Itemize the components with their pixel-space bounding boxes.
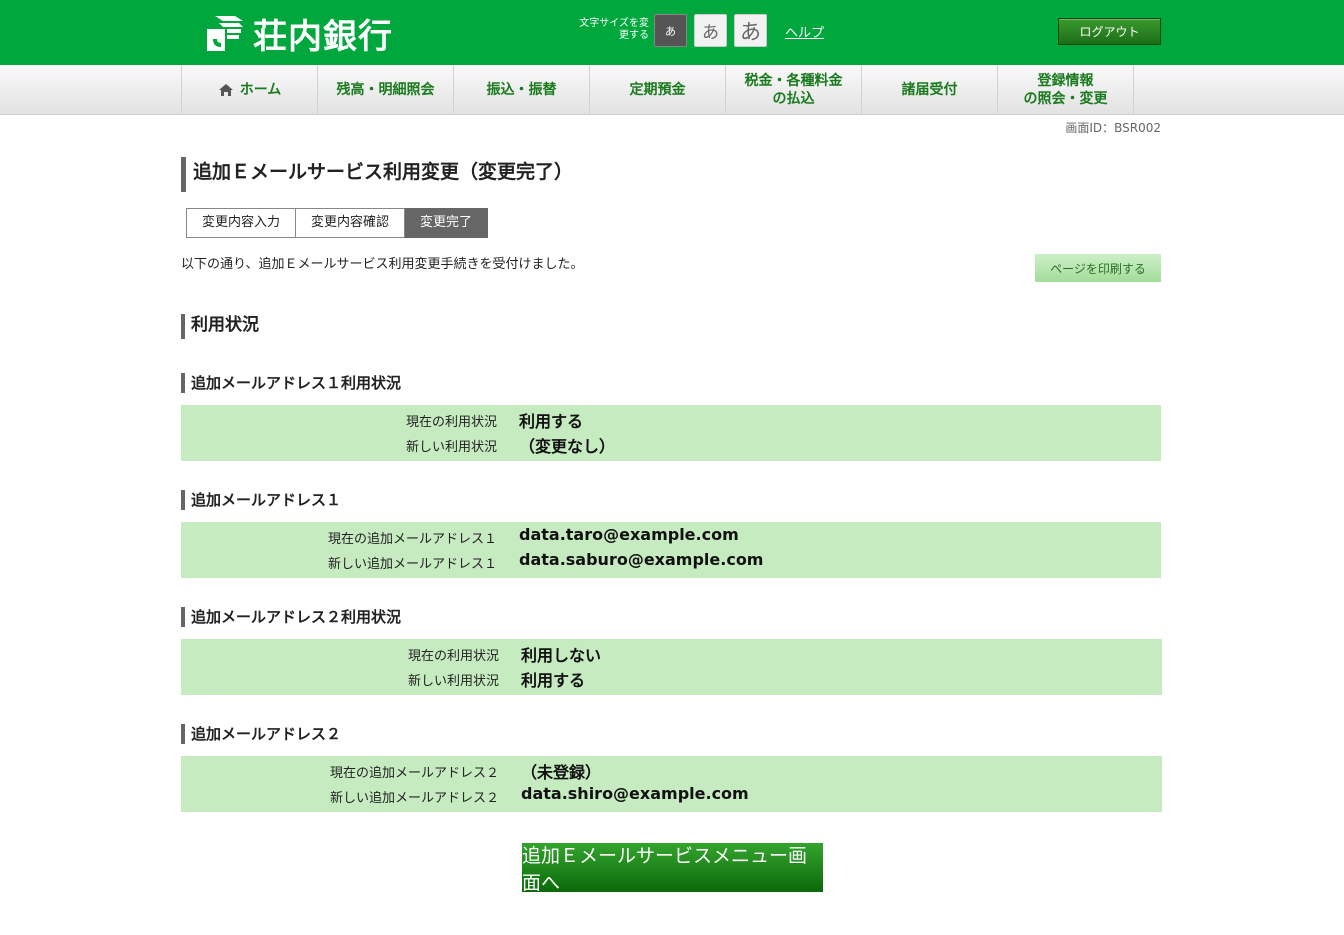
row-value: （未登録） (521, 763, 602, 782)
row-value: 利用する (519, 412, 584, 431)
main-nav: ホーム 残高・明細照会 振込・振替 定期預金 税金・各種料金 の払込 諸届受付 登… (0, 65, 1344, 115)
row-value: data.shiro@example.com (521, 784, 749, 803)
table-row: 現在の利用状況 利用しない (181, 640, 1162, 665)
header-bar: 荘内銀行 文字サイズを変更する あ あ あ ヘルプ ログアウト (0, 0, 1344, 65)
nav-item-applications[interactable]: 諸届受付 (862, 65, 998, 115)
block-title-address2: 追加メールアドレス２ (181, 724, 341, 744)
nav-item-home[interactable]: ホーム (182, 65, 318, 115)
page-title: 追加Ｅメールサービス利用変更（変更完了） (181, 157, 573, 192)
bank-name: 荘内銀行 (253, 16, 393, 57)
table-row: 新しい利用状況 （変更なし） (181, 431, 1161, 456)
help-link[interactable]: ヘルプ (785, 22, 824, 41)
nav-item-tax-payment[interactable]: 税金・各種料金 の払込 (726, 65, 862, 115)
email-service-menu-button[interactable]: 追加Ｅメールサービスメニュー画面へ (522, 843, 823, 894)
table-row: 新しい追加メールアドレス２ data.shiro@example.com (181, 782, 1162, 807)
row-label: 現在の追加メールアドレス２ (329, 766, 499, 781)
screen-id: 画面ID：BSR002 (1065, 121, 1161, 135)
row-label: 新しい追加メールアドレス１ (327, 557, 497, 572)
nav-item-balance[interactable]: 残高・明細照会 (318, 65, 454, 115)
intro-text: 以下の通り、追加Ｅメールサービス利用変更手続きを受付けました。 (181, 257, 584, 272)
row-value: data.taro@example.com (519, 525, 739, 544)
section-title: 利用状況 (181, 314, 259, 339)
row-value: （変更なし） (519, 437, 616, 456)
home-icon (218, 83, 234, 97)
fontsize-large-button[interactable]: あ (734, 14, 767, 47)
row-value: 利用しない (521, 646, 602, 665)
row-label: 新しい追加メールアドレス２ (329, 791, 499, 806)
row-value: data.saburo@example.com (519, 550, 764, 569)
row-value: 利用する (521, 671, 586, 690)
table-row: 新しい追加メールアドレス１ data.saburo@example.com (181, 548, 1161, 573)
nav-item-tax-line1: 税金・各種料金 (744, 73, 843, 89)
logout-button[interactable]: ログアウト (1058, 18, 1161, 45)
block-address2-status: 現在の利用状況 利用しない 新しい利用状況 利用する (181, 639, 1162, 695)
nav-item-registration-line1: 登録情報 (1037, 73, 1094, 89)
nav-item-tax-line2: の払込 (772, 91, 815, 107)
nav-item-home-label: ホーム (239, 82, 282, 98)
row-label: 現在の利用状況 (405, 415, 497, 430)
nav-item-transfer[interactable]: 振込・振替 (454, 65, 590, 115)
block-title-address2-status: 追加メールアドレス２利用状況 (181, 607, 401, 627)
block-address1-status: 現在の利用状況 利用する 新しい利用状況 （変更なし） (181, 405, 1161, 461)
nav-item-registration-line2: の照会・変更 (1023, 91, 1108, 107)
bank-logo-icon (205, 13, 245, 53)
table-row: 現在の追加メールアドレス２ （未登録） (181, 757, 1162, 782)
step-confirm: 変更内容確認 (296, 208, 406, 238)
nav-item-registration[interactable]: 登録情報の照会・変更 (998, 65, 1134, 115)
table-row: 現在の追加メールアドレス１ data.taro@example.com (181, 523, 1161, 548)
block-title-address1: 追加メールアドレス１ (181, 490, 341, 510)
block-title-address1-status: 追加メールアドレス１利用状況 (181, 373, 401, 393)
table-row: 新しい利用状況 利用する (181, 665, 1162, 690)
block-address1: 現在の追加メールアドレス１ data.taro@example.com 新しい追… (181, 522, 1161, 578)
fontsize-small-button[interactable]: あ (654, 14, 687, 47)
nav-item-time-deposit[interactable]: 定期預金 (590, 65, 726, 115)
row-label: 現在の利用状況 (407, 649, 499, 664)
print-page-button[interactable]: ページを印刷する (1035, 254, 1161, 282)
step-complete: 変更完了 (405, 208, 489, 238)
row-label: 新しい利用状況 (407, 674, 499, 689)
row-label: 現在の追加メールアドレス１ (327, 532, 497, 547)
table-row: 現在の利用状況 利用する (181, 406, 1161, 431)
bank-logo[interactable]: 荘内銀行 (205, 12, 393, 57)
fontsize-label: 文字サイズを変更する (579, 18, 649, 41)
fontsize-medium-button[interactable]: あ (694, 14, 727, 47)
block-address2: 現在の追加メールアドレス２ （未登録） 新しい追加メールアドレス２ data.s… (181, 756, 1162, 812)
step-input: 変更内容入力 (186, 208, 297, 238)
step-indicator: 変更内容入力 変更内容確認 変更完了 (186, 208, 489, 238)
row-label: 新しい利用状況 (405, 440, 497, 455)
